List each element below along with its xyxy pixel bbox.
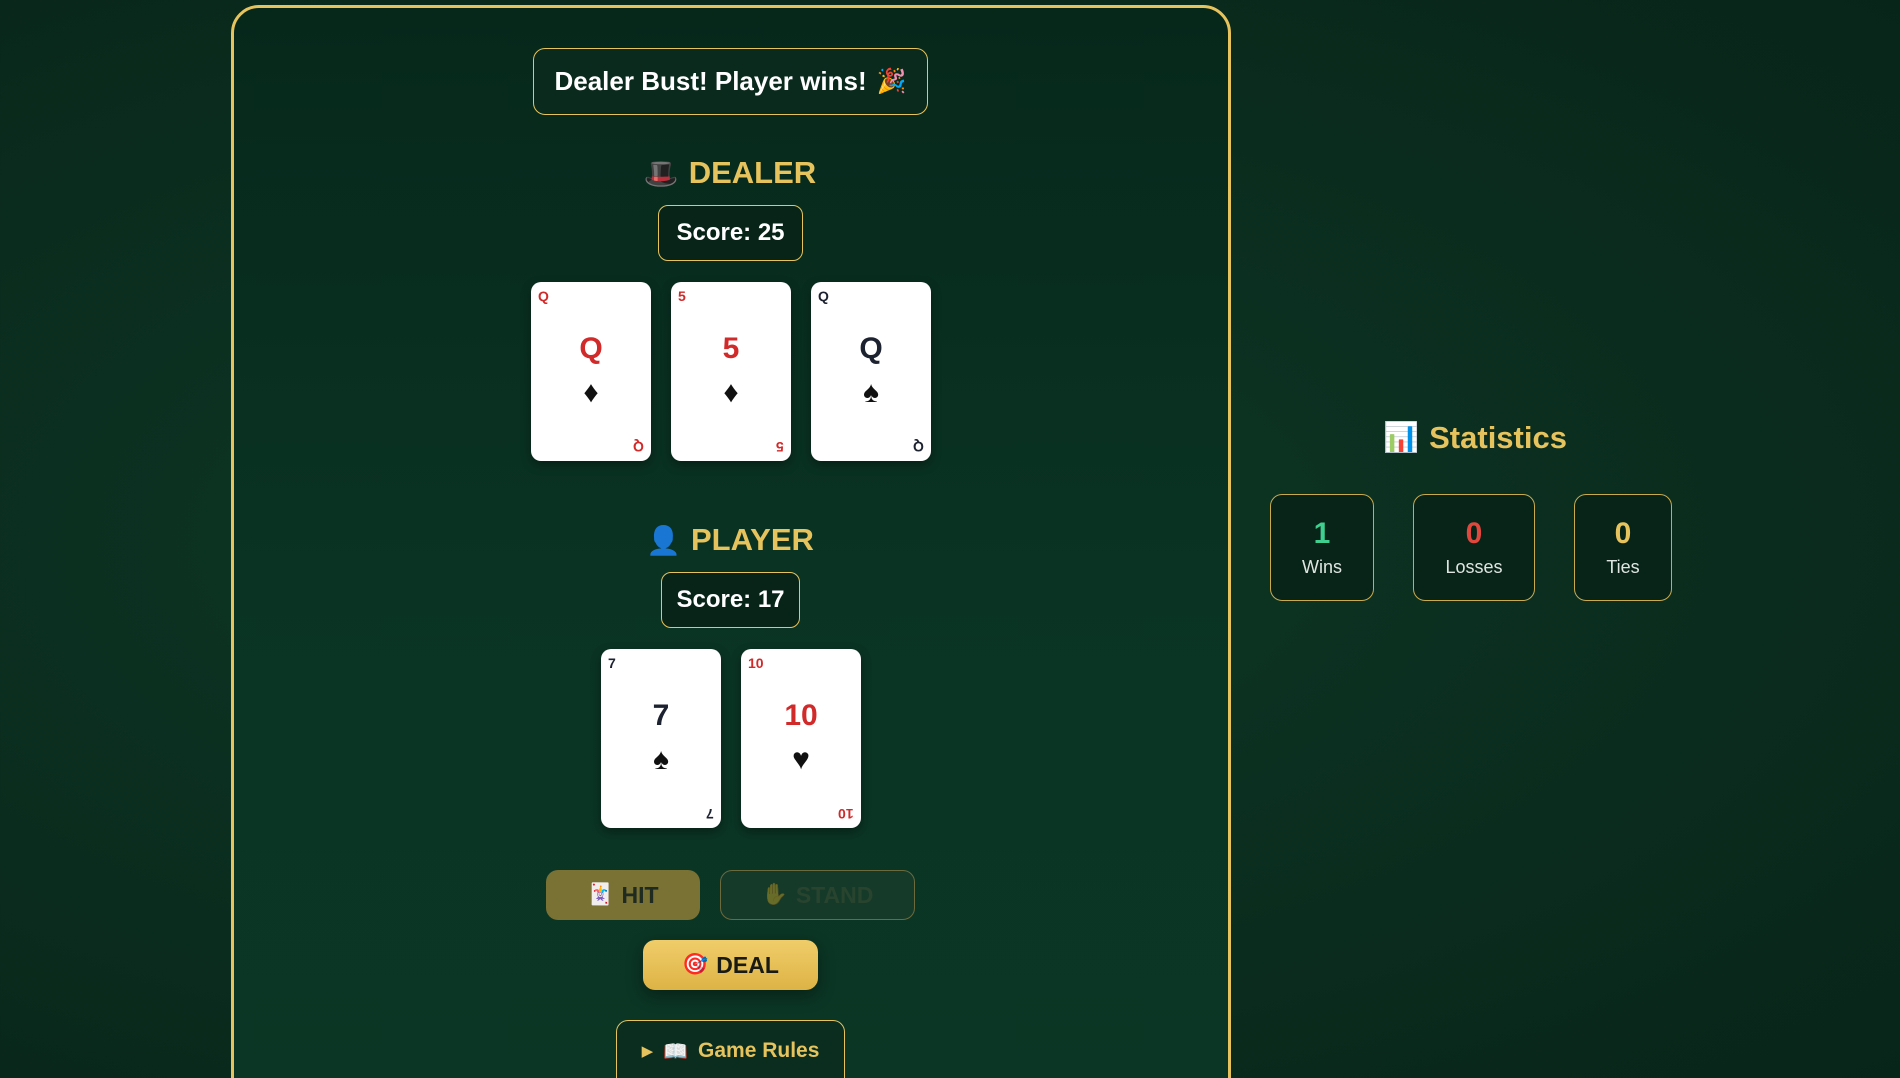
status-banner: Dealer Bust! Player wins! 🎉 (533, 48, 928, 115)
dealer-card-3: Q Q ♠ Q (811, 282, 931, 461)
card-rank: Q (579, 332, 603, 365)
player-label: PLAYER (690, 522, 814, 557)
raised-hand-icon: ✋ (761, 883, 788, 906)
spade-suit-icon: ♠ (653, 743, 669, 776)
dealer-card-1: Q Q ♦ Q (531, 282, 651, 461)
card-corner-rank: Q (818, 288, 829, 304)
card-corner-rank: 10 (838, 806, 854, 822)
book-icon: 📖 (663, 1040, 689, 1063)
player-title: 👤 PLAYER (580, 522, 880, 558)
deal-button[interactable]: 🎯 DEAL (643, 940, 818, 990)
target-icon: 🎯 (682, 953, 709, 976)
losses-label: Losses (1445, 557, 1503, 577)
stand-button-label: STAND (795, 881, 874, 908)
deal-button-label: DEAL (716, 951, 779, 978)
diamond-suit-icon: ♦ (583, 376, 599, 409)
statistics-title: 📊 Statistics (1370, 420, 1580, 456)
ties-stat: 0 Ties (1574, 494, 1672, 601)
party-icon: 🎉 (876, 68, 907, 95)
wins-count: 1 (1313, 517, 1331, 550)
card-corner-rank: 10 (748, 655, 764, 671)
person-icon: 👤 (646, 524, 681, 556)
dealer-title: 🎩 DEALER (580, 155, 880, 191)
card-corner-rank: 5 (678, 288, 686, 304)
wins-label: Wins (1302, 557, 1342, 577)
stand-button[interactable]: ✋ STAND (720, 870, 915, 920)
card-rank: 10 (784, 699, 818, 732)
bar-chart-icon: 📊 (1383, 422, 1420, 454)
diamond-suit-icon: ♦ (723, 376, 739, 409)
heart-suit-icon: ♥ (792, 743, 810, 776)
dealer-score: Score: 25 (658, 205, 803, 261)
wins-stat: 1 Wins (1270, 494, 1374, 601)
game-rules-toggle[interactable]: ▶ 📖 Game Rules (616, 1020, 845, 1078)
card-rank: 7 (652, 699, 670, 732)
ties-label: Ties (1606, 557, 1640, 577)
game-rules-label: Game Rules (698, 1039, 820, 1062)
losses-stat: 0 Losses (1413, 494, 1535, 601)
dealer-label: DEALER (688, 155, 817, 190)
ties-count: 0 (1614, 517, 1632, 550)
card-corner-rank: Q (538, 288, 549, 304)
card-rank: 5 (722, 332, 740, 365)
card-rank: Q (859, 332, 883, 365)
top-hat-icon: 🎩 (643, 157, 679, 189)
expand-arrow-icon: ▶ (641, 1043, 654, 1060)
player-score: Score: 17 (661, 572, 800, 628)
statistics-label: Statistics (1429, 420, 1567, 455)
player-card-2: 10 10 ♥ 10 (741, 649, 861, 828)
spade-suit-icon: ♠ (863, 376, 879, 409)
card-corner-rank: 7 (608, 655, 616, 671)
playing-card-icon: 🃏 (587, 883, 614, 906)
status-message: Dealer Bust! Player wins! (554, 66, 867, 96)
card-corner-rank: Q (913, 439, 924, 455)
dealer-card-2: 5 5 ♦ 5 (671, 282, 791, 461)
hit-button[interactable]: 🃏 HIT (546, 870, 700, 920)
losses-count: 0 (1465, 517, 1483, 550)
player-card-1: 7 7 ♠ 7 (601, 649, 721, 828)
card-corner-rank: 7 (706, 806, 714, 822)
hit-button-label: HIT (621, 881, 659, 908)
card-corner-rank: 5 (776, 439, 784, 455)
card-corner-rank: Q (633, 439, 644, 455)
